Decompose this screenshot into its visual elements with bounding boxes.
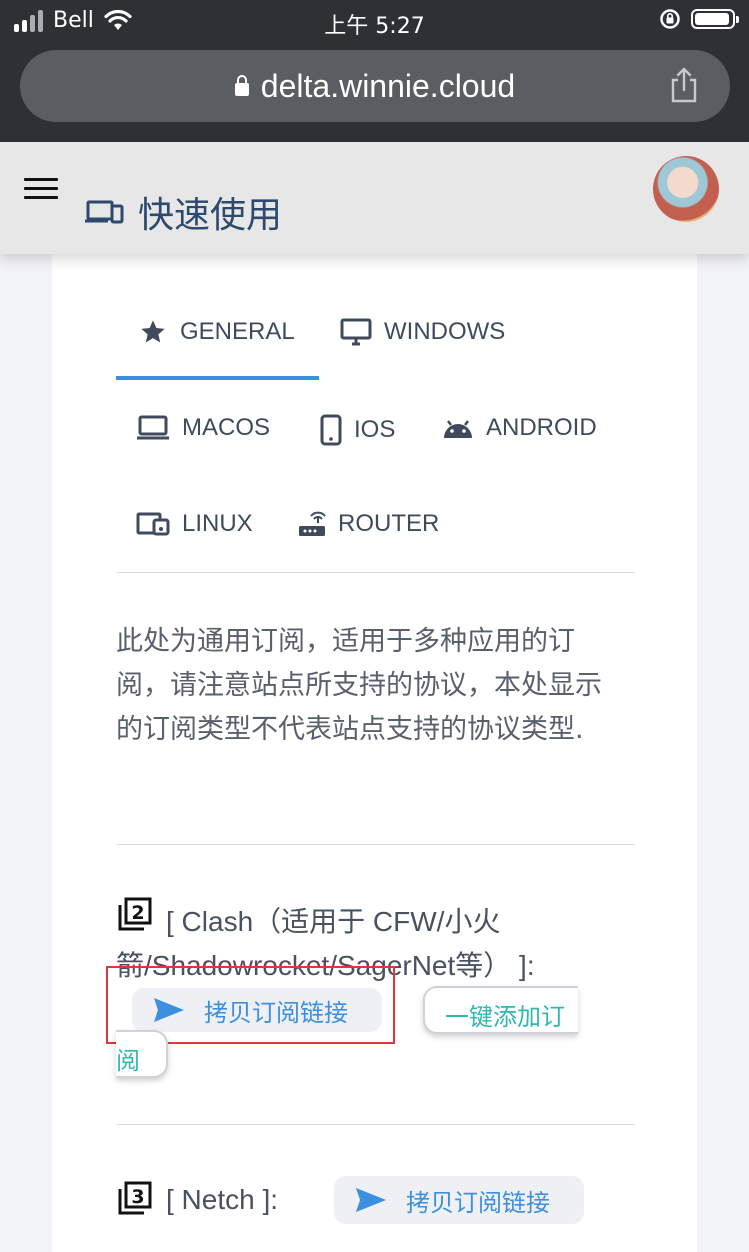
tab-label: ANDROID — [486, 414, 597, 441]
divider — [116, 1124, 634, 1125]
divider — [116, 572, 634, 573]
router-icon — [299, 511, 326, 536]
tab-windows[interactable]: WINDOWS — [340, 318, 505, 346]
tab-linux[interactable]: LINUX — [136, 510, 253, 538]
section-title: [ Clash（适用于 CFW/小火 — [166, 906, 501, 937]
status-time: 上午 5:27 — [324, 14, 425, 39]
tab-ios[interactable]: IOS — [320, 414, 395, 446]
browser-bar: delta.winnie.cloud — [0, 44, 749, 142]
phone-icon — [320, 414, 342, 446]
status-bar: Bell 上午 5:27 — [0, 0, 749, 44]
page-title-text: 快速使用 — [138, 195, 283, 236]
tab-general[interactable]: GENERAL — [138, 318, 295, 346]
one-click-add-button-continued[interactable]: 阅 — [116, 1030, 168, 1078]
tab-label: MACOS — [182, 414, 271, 441]
lock-icon — [234, 75, 249, 96]
filter-2-icon: 2 — [118, 897, 152, 931]
tab-label: ROUTER — [338, 510, 440, 537]
devices-icon — [85, 200, 124, 224]
avatar[interactable] — [653, 156, 719, 222]
button-label: 拷贝订阅链接 — [406, 1188, 550, 1217]
devices-icon — [136, 512, 170, 536]
tab-macos[interactable]: MACOS — [136, 414, 270, 442]
laptop-icon — [137, 415, 169, 440]
share-icon[interactable] — [668, 66, 700, 104]
section-title: [ Netch ]: — [166, 1184, 279, 1215]
tab-router[interactable]: ROUTER — [298, 510, 439, 538]
page-title: 快速使用 — [84, 186, 282, 238]
button-label: 阅 — [116, 1047, 140, 1075]
svg-text:2: 2 — [131, 902, 144, 924]
tab-label: LINUX — [182, 510, 253, 537]
tab-label: GENERAL — [180, 318, 295, 345]
battery-icon — [691, 9, 739, 29]
app-header: 快速使用 — [0, 142, 749, 254]
active-tab-indicator — [116, 376, 319, 380]
url-text: delta.winnie.cloud — [260, 68, 516, 104]
divider — [116, 844, 634, 845]
copy-subscription-button[interactable]: 拷贝订阅链接 — [334, 1176, 584, 1224]
tab-android[interactable]: ANDROID — [442, 414, 597, 442]
tab-label: WINDOWS — [384, 318, 506, 345]
description-text: 此处为通用订阅，适用于多种应用的订阅，请注意站点所支持的协议，本处显示的订阅类型… — [116, 626, 602, 745]
monitor-icon — [340, 318, 372, 346]
star-icon — [141, 320, 165, 343]
tab-label: IOS — [354, 416, 396, 443]
menu-icon[interactable] — [24, 178, 58, 200]
rotation-lock-icon — [660, 9, 680, 29]
address-bar[interactable]: delta.winnie.cloud — [20, 50, 730, 122]
send-icon — [356, 1188, 386, 1212]
button-label: 一键添加订 — [445, 1003, 565, 1031]
one-click-add-button[interactable]: 一键添加订 — [423, 986, 578, 1034]
android-icon — [444, 420, 472, 438]
filter-3-icon: 3 — [118, 1181, 152, 1215]
svg-text:3: 3 — [131, 1186, 144, 1208]
